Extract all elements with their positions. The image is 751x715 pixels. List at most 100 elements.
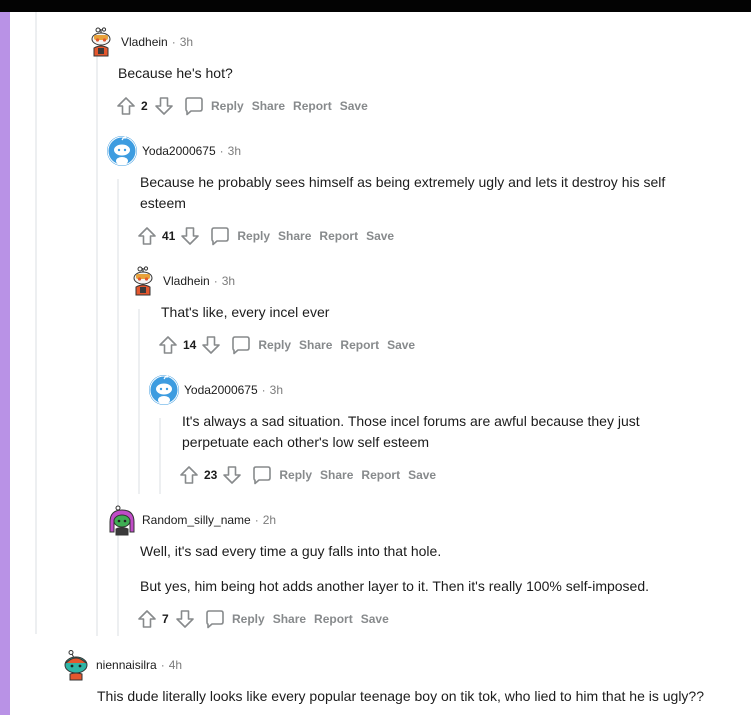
- reply-label: Reply: [232, 612, 265, 626]
- comment: niennaisilra · 4h This dude literally lo…: [60, 648, 740, 707]
- downvote-arrow-icon[interactable]: [174, 608, 196, 630]
- comment-time[interactable]: 4h: [169, 657, 182, 673]
- comment-author[interactable]: niennaisilra: [96, 657, 157, 673]
- vote-count: 41: [162, 229, 176, 243]
- save-button[interactable]: Save: [366, 229, 394, 243]
- reply-label: Reply: [279, 468, 313, 482]
- report-button[interactable]: Report: [361, 468, 400, 482]
- comment-text: That's like, every incel ever: [161, 304, 330, 320]
- upvote-arrow-icon[interactable]: [157, 334, 179, 356]
- comment-bubble-icon: [232, 336, 251, 355]
- purple-hair-avatar-icon[interactable]: [106, 504, 138, 536]
- downvote-arrow-icon[interactable]: [179, 225, 201, 247]
- report-button[interactable]: Report: [293, 99, 332, 113]
- share-button[interactable]: Share: [320, 468, 353, 482]
- comment-meta: Yoda2000675 · 3h: [184, 382, 283, 398]
- meta-separator: ·: [171, 35, 176, 49]
- reply-button[interactable]: Reply: [183, 95, 244, 117]
- vote-count: 7: [162, 612, 169, 626]
- upvote-arrow-icon[interactable]: [136, 225, 158, 247]
- comment-author[interactable]: Vladhein: [163, 273, 210, 289]
- comment-meta: Random_silly_name · 2h: [142, 512, 276, 528]
- comment-author[interactable]: Vladhein: [121, 34, 168, 50]
- downvote-arrow-icon[interactable]: [153, 95, 175, 117]
- save-button[interactable]: Save: [361, 612, 389, 626]
- reply-label: Reply: [237, 229, 271, 243]
- comment-actions: 7 Reply Share Report Save: [136, 607, 726, 631]
- teal-avatar-icon[interactable]: [60, 649, 92, 681]
- meta-separator: ·: [219, 144, 224, 158]
- downvote-arrow-icon[interactable]: [221, 464, 243, 486]
- comment-body: This dude literally looks like every pop…: [97, 686, 717, 707]
- share-button[interactable]: Share: [299, 338, 332, 352]
- comment-actions: 23 Reply Share Report Save: [178, 463, 718, 487]
- report-button[interactable]: Report: [319, 229, 358, 243]
- comment-text: This dude literally looks like every pop…: [97, 688, 705, 704]
- comment-header: Vladhein · 3h: [85, 25, 725, 59]
- reply-button[interactable]: Reply: [251, 464, 312, 486]
- comment-bubble-icon: [211, 227, 230, 246]
- snoo-avatar-icon[interactable]: [148, 374, 180, 406]
- vote-count: 2: [141, 99, 148, 113]
- thread-line[interactable]: [35, 12, 37, 634]
- report-button[interactable]: Report: [340, 338, 379, 352]
- downvote-arrow-icon[interactable]: [200, 334, 222, 356]
- meta-separator: ·: [160, 658, 165, 672]
- comment-time[interactable]: 2h: [263, 512, 276, 528]
- comment-time[interactable]: 3h: [228, 143, 241, 159]
- comment-actions: 2 Reply Share Report Save: [115, 94, 725, 118]
- comment-time[interactable]: 3h: [270, 382, 283, 398]
- save-button[interactable]: Save: [340, 99, 368, 113]
- vote-count: 14: [183, 338, 197, 352]
- comment-text: Because he probably sees himself as bein…: [140, 174, 666, 211]
- reply-button[interactable]: Reply: [209, 225, 270, 247]
- robot-avatar-icon[interactable]: [127, 265, 159, 297]
- save-button[interactable]: Save: [408, 468, 436, 482]
- comment-author[interactable]: Yoda2000675: [142, 143, 216, 159]
- comment-body: That's like, every incel ever: [161, 302, 717, 323]
- comment-meta: Vladhein · 3h: [121, 34, 193, 50]
- comment-body: It's always a sad situation. Those incel…: [182, 411, 682, 453]
- thread-line[interactable]: [96, 50, 98, 636]
- comment-author[interactable]: Yoda2000675: [184, 382, 258, 398]
- comment: Yoda2000675 · 3h Because he probably see…: [106, 134, 716, 248]
- robot-avatar-icon[interactable]: [85, 26, 117, 58]
- comment-bubble-icon: [185, 97, 203, 116]
- meta-separator: ·: [261, 383, 266, 397]
- comment-text: But yes, him being hot adds another laye…: [140, 578, 650, 594]
- share-button[interactable]: Share: [273, 612, 306, 626]
- comment-body: Because he's hot?: [118, 63, 725, 84]
- vote-count: 23: [204, 468, 218, 482]
- comment-header: niennaisilra · 4h: [60, 648, 740, 682]
- upvote-arrow-icon[interactable]: [115, 95, 137, 117]
- snoo-avatar-icon[interactable]: [106, 135, 138, 167]
- share-button[interactable]: Share: [278, 229, 311, 243]
- share-button[interactable]: Share: [252, 99, 285, 113]
- reply-button[interactable]: Reply: [230, 334, 291, 356]
- reply-label: Reply: [211, 99, 244, 113]
- comment-meta: Yoda2000675 · 3h: [142, 143, 241, 159]
- comment-time[interactable]: 3h: [222, 273, 235, 289]
- comment-header: Yoda2000675 · 3h: [148, 373, 718, 407]
- comment-text: Because he's hot?: [118, 65, 233, 81]
- reply-button[interactable]: Reply: [204, 608, 265, 630]
- comment-header: Random_silly_name · 2h: [106, 503, 726, 537]
- comment-time[interactable]: 3h: [180, 34, 193, 50]
- comment-actions: 14 Reply Share Report Save: [157, 333, 717, 357]
- comment: Random_silly_name · 2h Well, it's sad ev…: [106, 503, 726, 631]
- upvote-arrow-icon[interactable]: [178, 464, 200, 486]
- comment-body: Because he probably sees himself as bein…: [140, 172, 710, 214]
- save-button[interactable]: Save: [387, 338, 415, 352]
- comment-text: Well, it's sad every time a guy falls in…: [140, 543, 442, 559]
- report-button[interactable]: Report: [314, 612, 353, 626]
- upvote-arrow-icon[interactable]: [136, 608, 158, 630]
- comment-text: It's always a sad situation. Those incel…: [182, 413, 640, 450]
- meta-separator: ·: [213, 274, 218, 288]
- comment-meta: niennaisilra · 4h: [96, 657, 182, 673]
- comment-bubble-icon: [206, 610, 224, 629]
- comment-author[interactable]: Random_silly_name: [142, 512, 251, 528]
- comment-header: Vladhein · 3h: [127, 264, 717, 298]
- comment: Yoda2000675 · 3h It's always a sad situa…: [148, 373, 718, 487]
- comment: Vladhein · 3h That's like, every incel e…: [127, 264, 717, 357]
- comment-actions: 41 Reply Share Report Save: [136, 224, 716, 248]
